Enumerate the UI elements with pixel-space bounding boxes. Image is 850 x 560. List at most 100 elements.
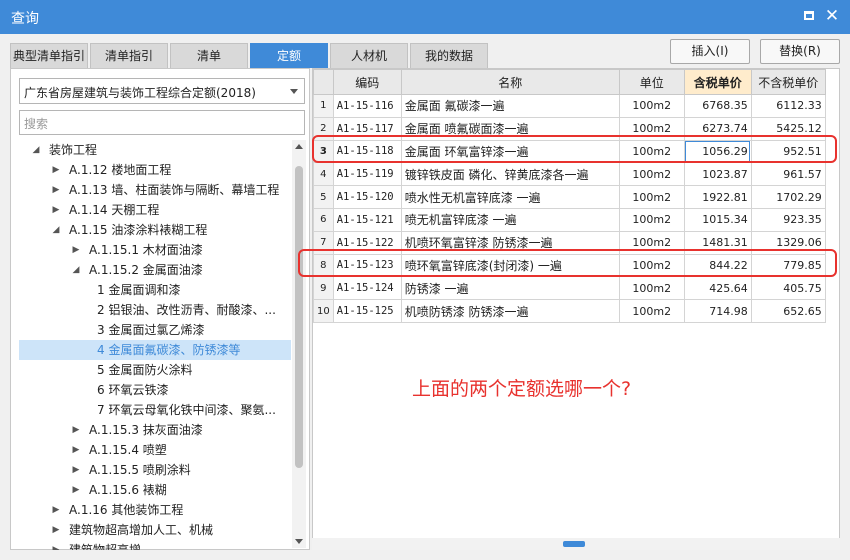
tree-item[interactable]: 5 金属面防火涂料 <box>19 360 291 380</box>
tree-item[interactable]: ▶ A.1.15.5 喷刷涂料 <box>19 460 291 480</box>
row-number-cell[interactable]: 5 <box>313 185 334 209</box>
tree-scrollbar[interactable] <box>292 140 306 548</box>
table-row[interactable]: 9 A1-15-124 防锈漆 一遍 100m2 425.64 405.75 <box>313 276 826 301</box>
tab-list-guide[interactable]: 清单指引 <box>90 43 168 68</box>
table-row[interactable]: 5 A1-15-120 喷水性无机富锌底漆 一遍 100m2 1922.81 1702.2… <box>313 185 826 209</box>
name-cell[interactable]: 镀锌铁皮面 磷化、锌黄底漆各一遍 <box>400 162 620 187</box>
search-input[interactable]: 搜索 <box>19 110 305 135</box>
table-row[interactable]: 6 A1-15-121 喷无机富锌底漆 一遍 100m2 1015.34 923.35 <box>313 207 826 232</box>
tree-item[interactable]: ◢ A.1.15 油漆涂料裱糊工程 <box>19 220 291 240</box>
tree-item[interactable]: ▶ A.1.16 其他装饰工程 <box>19 500 291 520</box>
table-row[interactable]: 1 A1-15-116 金属面 氟碳漆一遍 100m2 6768.35 6112.33 <box>313 94 826 118</box>
tab-my-data[interactable]: 我的数据 <box>410 43 488 68</box>
splitter-grip[interactable] <box>563 541 585 547</box>
col-header-price-notax[interactable]: 不含税单价 <box>750 69 826 95</box>
price-tax-cell[interactable]: 6768.35 <box>683 94 752 118</box>
price-notax-cell[interactable]: 961.57 <box>750 162 826 187</box>
code-cell[interactable]: A1-15-121 <box>332 207 402 232</box>
price-tax-cell[interactable]: 1023.87 <box>683 162 752 187</box>
name-cell[interactable]: 金属面 氟碳漆一遍 <box>400 94 620 118</box>
col-header-price-tax[interactable]: 含税单价 <box>683 69 752 95</box>
tab-typical-list-guide[interactable]: 典型清单指引 <box>10 43 88 68</box>
tree-item[interactable]: ▶ A.1.15.3 抹灰面油漆 <box>19 420 291 440</box>
scroll-up-icon[interactable] <box>295 144 303 149</box>
tree-toggle-icon[interactable]: ▶ <box>71 240 81 260</box>
tree-item[interactable]: 1 金属面调和漆 <box>19 280 291 300</box>
name-cell[interactable]: 防锈漆 一遍 <box>400 276 620 301</box>
price-tax-cell[interactable]: 1922.81 <box>683 185 752 209</box>
table-row[interactable]: 10 A1-15-125 机喷防锈漆 防锈漆一遍 100m2 714.98 652.65 <box>313 299 826 323</box>
tree-toggle-icon[interactable]: ▶ <box>71 460 81 480</box>
close-icon[interactable]: ✕ <box>823 7 841 25</box>
minimize-button[interactable] <box>800 7 818 25</box>
price-tax-cell[interactable]: 714.98 <box>683 299 752 323</box>
unit-cell[interactable]: 100m2 <box>618 94 685 118</box>
dropdown-arrow-icon <box>290 89 298 94</box>
tree-item[interactable]: ▶ 建筑物超高增... <box>19 540 291 550</box>
tree-item[interactable]: ▶ A.1.14 天棚工程 <box>19 200 291 220</box>
row-number-cell[interactable]: 9 <box>313 276 334 301</box>
row-number-cell[interactable]: 10 <box>313 299 334 323</box>
row-number-cell[interactable]: 4 <box>313 162 334 187</box>
tree-item[interactable]: ▶ A.1.15.1 木材面油漆 <box>19 240 291 260</box>
tree-item[interactable]: ▶ A.1.15.6 裱糊 <box>19 480 291 500</box>
name-cell[interactable]: 喷水性无机富锌底漆 一遍 <box>400 185 620 209</box>
tree-item[interactable]: ◢ 装饰工程 <box>19 140 291 160</box>
code-cell[interactable]: A1-15-119 <box>332 162 402 187</box>
tree-toggle-icon[interactable]: ▶ <box>71 480 81 500</box>
code-cell[interactable]: A1-15-124 <box>332 276 402 301</box>
code-cell[interactable]: A1-15-125 <box>332 299 402 323</box>
tree-item[interactable]: 3 金属面过氯乙烯漆 <box>19 320 291 340</box>
price-notax-cell[interactable]: 405.75 <box>750 276 826 301</box>
price-tax-cell[interactable]: 1015.34 <box>683 207 752 232</box>
col-header-name[interactable]: 名称 <box>400 69 620 95</box>
price-tax-cell[interactable]: 425.64 <box>683 276 752 301</box>
scroll-down-icon[interactable] <box>295 539 303 544</box>
tab-list[interactable]: 清单 <box>170 43 248 68</box>
tree-item[interactable]: ▶ A.1.13 墙、柱面装饰与隔断、幕墙工程 <box>19 180 291 200</box>
price-notax-cell[interactable]: 923.35 <box>750 207 826 232</box>
unit-cell[interactable]: 100m2 <box>618 276 685 301</box>
unit-cell[interactable]: 100m2 <box>618 162 685 187</box>
tree-item[interactable]: ▶ A.1.12 楼地面工程 <box>19 160 291 180</box>
tree-item[interactable]: 4 金属面氟碳漆、防锈漆等 <box>19 340 291 360</box>
unit-cell[interactable]: 100m2 <box>618 185 685 209</box>
tree-toggle-icon[interactable]: ◢ <box>71 260 81 280</box>
row-number-cell[interactable]: 6 <box>313 207 334 232</box>
col-header-code[interactable]: 编码 <box>332 69 402 95</box>
quota-library-select[interactable]: 广东省房屋建筑与装饰工程综合定额(2018) <box>19 78 305 104</box>
tree-toggle-icon[interactable]: ▶ <box>51 200 61 220</box>
insert-button[interactable]: 插入(I) <box>670 39 750 64</box>
tree-toggle-icon[interactable]: ▶ <box>51 180 61 200</box>
tree-item[interactable]: ▶ 建筑物超高增加人工、机械 <box>19 520 291 540</box>
price-notax-cell[interactable]: 1702.29 <box>750 185 826 209</box>
tree-toggle-icon[interactable]: ▶ <box>71 420 81 440</box>
table-row[interactable]: 4 A1-15-119 镀锌铁皮面 磷化、锌黄底漆各一遍 100m2 1023.87 96… <box>313 162 826 187</box>
tab-labor-material-machine[interactable]: 人材机 <box>330 43 408 68</box>
tree-toggle-icon[interactable]: ◢ <box>31 140 41 160</box>
col-header-unit[interactable]: 单位 <box>618 69 685 95</box>
price-notax-cell[interactable]: 6112.33 <box>750 94 826 118</box>
tree-toggle-icon[interactable]: ◢ <box>51 220 61 240</box>
code-cell[interactable]: A1-15-116 <box>332 94 402 118</box>
name-cell[interactable]: 机喷防锈漆 防锈漆一遍 <box>400 299 620 323</box>
tree-item[interactable]: ◢ A.1.15.2 金属面油漆 <box>19 260 291 280</box>
code-cell[interactable]: A1-15-120 <box>332 185 402 209</box>
tree-toggle-icon[interactable]: ▶ <box>51 520 61 540</box>
row-number-cell[interactable]: 1 <box>313 94 334 118</box>
replace-button[interactable]: 替换(R) <box>760 39 840 64</box>
price-notax-cell[interactable]: 652.65 <box>750 299 826 323</box>
tree-toggle-icon[interactable]: ▶ <box>51 500 61 520</box>
tab-quota[interactable]: 定额 <box>250 43 328 68</box>
tree-item[interactable]: ▶ A.1.15.4 喷塑 <box>19 440 291 460</box>
unit-cell[interactable]: 100m2 <box>618 299 685 323</box>
name-cell[interactable]: 喷无机富锌底漆 一遍 <box>400 207 620 232</box>
unit-cell[interactable]: 100m2 <box>618 207 685 232</box>
tree-toggle-icon[interactable]: ▶ <box>71 440 81 460</box>
tree-toggle-icon[interactable]: ▶ <box>51 540 61 550</box>
tree-item[interactable]: 6 环氧云铁漆 <box>19 380 291 400</box>
scrollbar-thumb[interactable] <box>295 166 303 468</box>
tree-item[interactable]: 2 铝银油、改性沥青、耐酸漆、... <box>19 300 291 320</box>
tree-toggle-icon[interactable]: ▶ <box>51 160 61 180</box>
tree-item[interactable]: 7 环氧云母氧化铁中间漆、聚氨... <box>19 400 291 420</box>
